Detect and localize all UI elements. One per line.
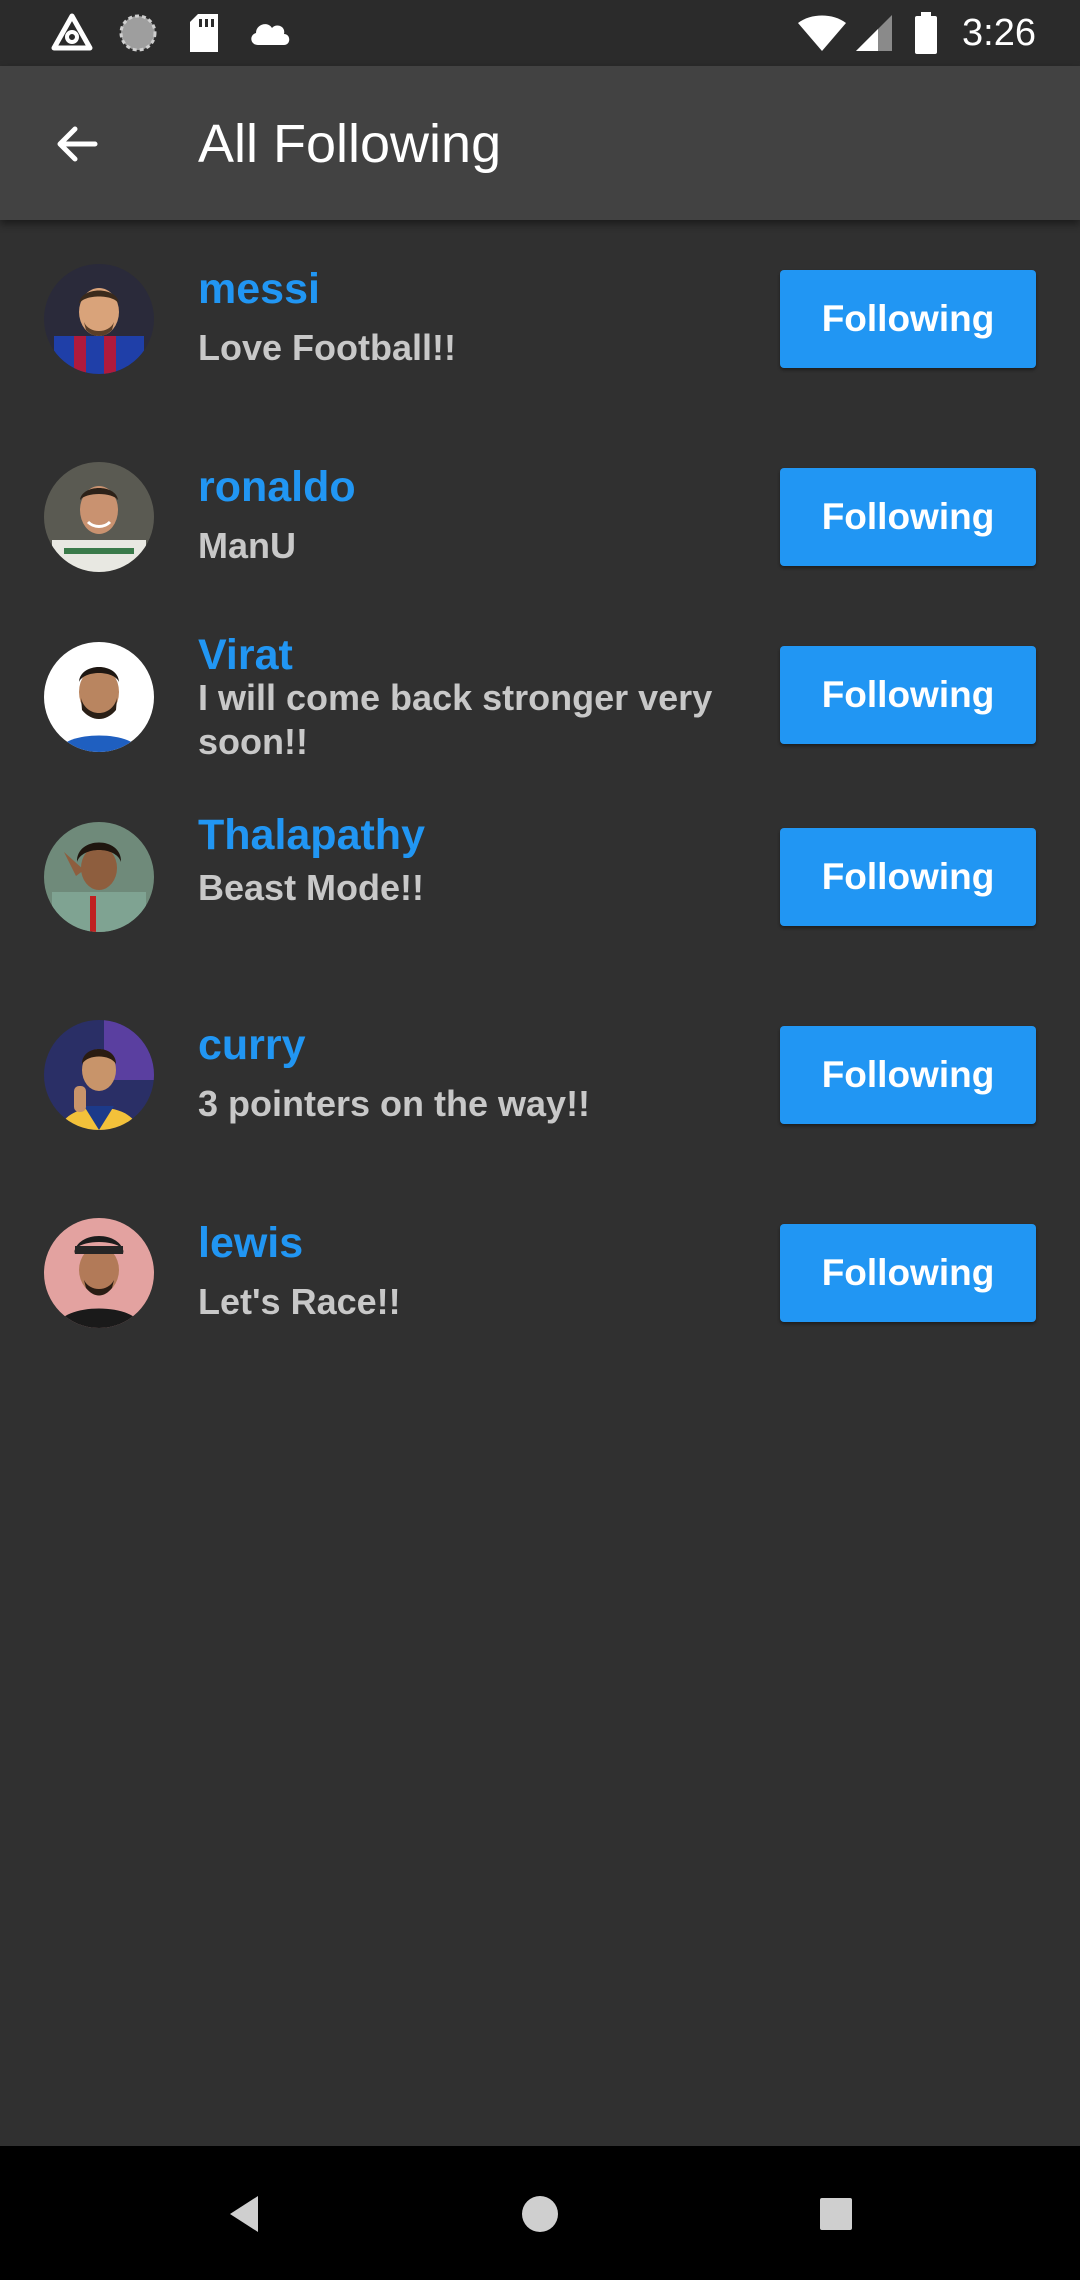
following-button[interactable]: Following bbox=[780, 468, 1036, 566]
sync-circle-icon bbox=[116, 11, 160, 60]
battery-icon bbox=[912, 11, 940, 60]
user-bio: Beast Mode!! bbox=[198, 867, 425, 908]
nav-home-button[interactable] bbox=[510, 2186, 570, 2246]
cloud-icon bbox=[246, 11, 294, 60]
app-bar: All Following bbox=[0, 66, 1080, 220]
arrow-back-icon bbox=[51, 119, 101, 174]
nav-back-button[interactable] bbox=[214, 2186, 274, 2246]
avatar-virat bbox=[44, 642, 154, 752]
avatar-lewis bbox=[44, 1218, 154, 1328]
user-name[interactable]: Thalapathy bbox=[198, 810, 425, 860]
user-bio: 3 pointers on the way!! bbox=[198, 1083, 591, 1124]
page-title: All Following bbox=[198, 114, 502, 174]
wifi-icon bbox=[796, 11, 848, 60]
following-button[interactable]: Following bbox=[780, 1224, 1036, 1322]
user-name[interactable]: curry bbox=[198, 1020, 306, 1070]
user-name[interactable]: lewis bbox=[198, 1218, 303, 1268]
cell-signal-icon bbox=[854, 11, 894, 60]
user-bio: Love Football!! bbox=[198, 327, 456, 368]
status-time: 3:26 bbox=[962, 12, 1036, 54]
user-bio: I will come back stronger very soon!! bbox=[198, 677, 713, 762]
nav-home-icon bbox=[520, 2194, 560, 2239]
nav-recents-icon bbox=[818, 2196, 854, 2237]
nav-back-icon bbox=[224, 2192, 264, 2241]
avatar-messi bbox=[44, 264, 154, 374]
avatar-curry bbox=[44, 1020, 154, 1130]
user-name[interactable]: messi bbox=[198, 264, 320, 314]
following-button[interactable]: Following bbox=[780, 1026, 1036, 1124]
avatar-thalapathy bbox=[44, 822, 154, 932]
following-button[interactable]: Following bbox=[780, 270, 1036, 368]
back-button[interactable] bbox=[40, 110, 112, 182]
android-auto-icon bbox=[50, 11, 94, 60]
user-name[interactable]: ronaldo bbox=[198, 462, 356, 512]
screen: 3:26 All Following messi Love Football!!… bbox=[0, 0, 1080, 2280]
user-bio: ManU bbox=[198, 525, 296, 566]
nav-recents-button[interactable] bbox=[806, 2186, 866, 2246]
sd-card-icon bbox=[186, 11, 222, 60]
status-bar: 3:26 bbox=[0, 0, 1080, 66]
avatar-ronaldo bbox=[44, 462, 154, 572]
navigation-bar bbox=[0, 2146, 1080, 2280]
following-button[interactable]: Following bbox=[780, 828, 1036, 926]
following-button[interactable]: Following bbox=[780, 646, 1036, 744]
user-name[interactable]: Virat bbox=[198, 630, 293, 680]
user-bio: Let's Race!! bbox=[198, 1281, 401, 1322]
